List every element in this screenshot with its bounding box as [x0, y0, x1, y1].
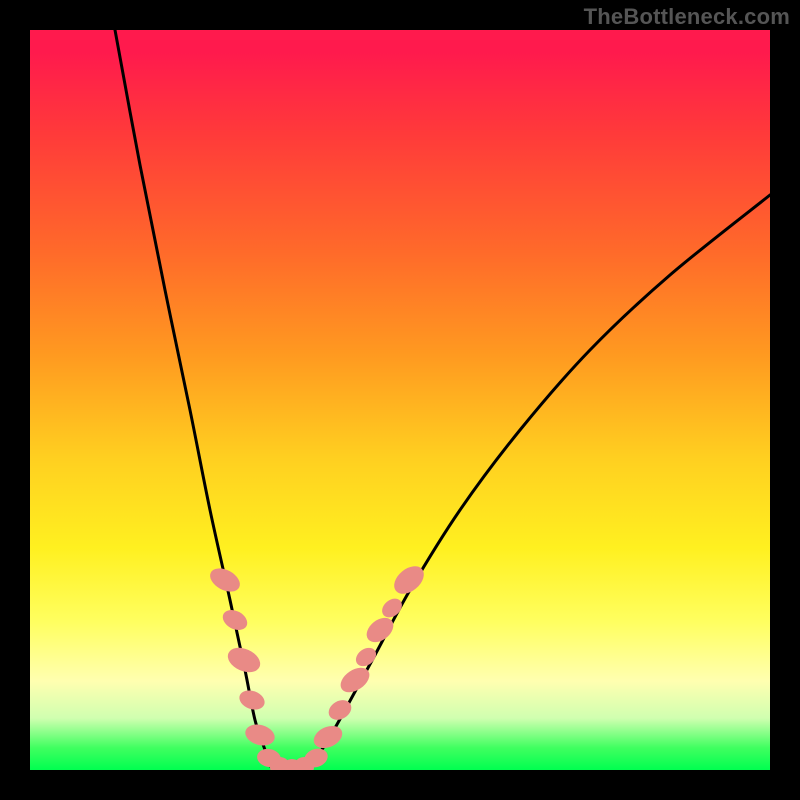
curve-marker: [310, 722, 346, 753]
chart-frame: TheBottleneck.com: [0, 0, 800, 800]
curve-marker: [362, 613, 398, 647]
chart-plot-area: [30, 30, 770, 770]
watermark-text: TheBottleneck.com: [584, 4, 790, 30]
curve-marker: [352, 644, 379, 670]
bottleneck-curve: [115, 30, 770, 770]
curve-marker: [237, 687, 268, 713]
marker-layer: [206, 561, 429, 770]
curve-marker: [206, 564, 244, 597]
curve-marker: [243, 721, 277, 748]
chart-svg: [30, 30, 770, 770]
